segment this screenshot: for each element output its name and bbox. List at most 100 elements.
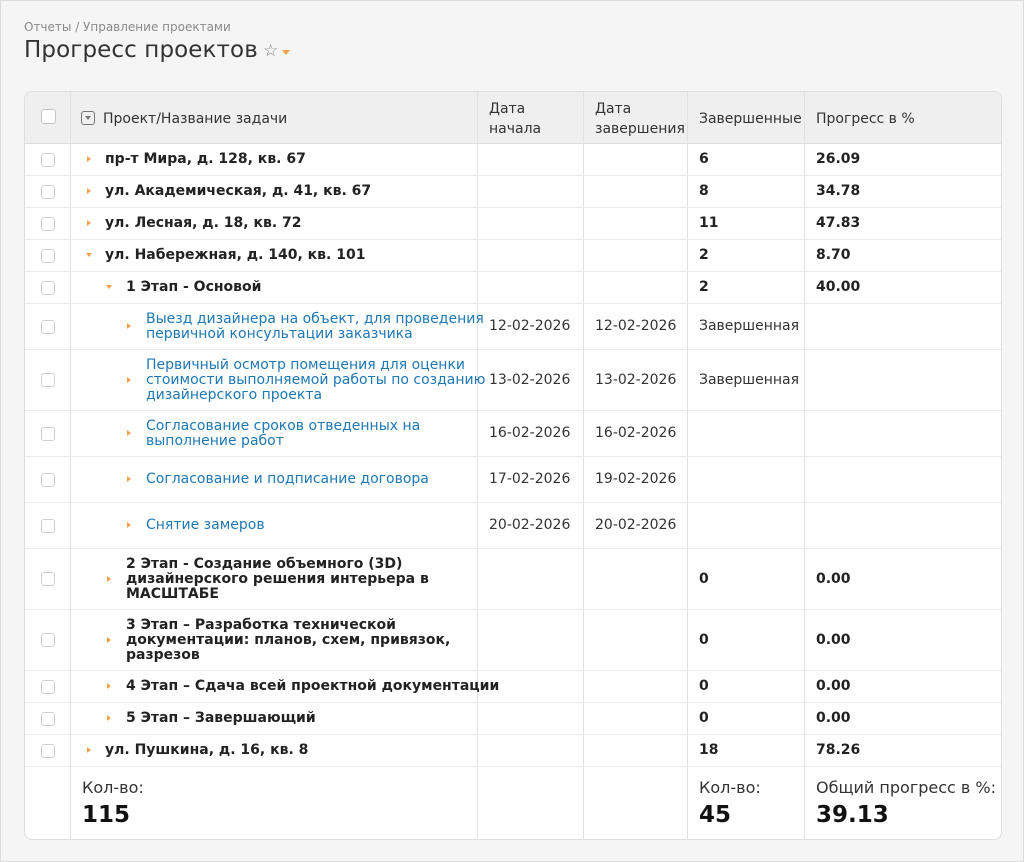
total-count-label: Кол-во:: [82, 778, 144, 797]
task-name-line: стоимости выполняемой работы по созданию: [146, 371, 486, 388]
row-done: 6: [699, 151, 709, 167]
triangle-right-icon[interactable]: [107, 637, 111, 643]
table-row[interactable]: ул. Пушкина, д. 16, кв. 8 18 78.26: [25, 735, 1001, 767]
row-status: Завершенная: [699, 318, 800, 334]
triangle-right-icon[interactable]: [107, 576, 111, 582]
table-row[interactable]: 2 Этап - Создание объемного (3D) дизайне…: [25, 549, 1001, 610]
task-link[interactable]: Согласование и подписание договора: [146, 457, 429, 502]
table-row[interactable]: 5 Этап – Завершающий 0 0.00: [25, 703, 1001, 735]
triangle-down-icon[interactable]: [86, 253, 92, 257]
triangle-right-icon[interactable]: [107, 683, 111, 689]
row-checkbox[interactable]: [41, 185, 55, 199]
header-end-line2[interactable]: завершения: [595, 119, 685, 139]
header-start-line1[interactable]: Дата: [489, 99, 525, 119]
row-status: Завершенная: [699, 371, 800, 388]
header-progress[interactable]: Прогресс в %: [816, 109, 915, 129]
row-end-date: 20-02-2026: [595, 517, 677, 533]
row-name-line: МАСШТАБЕ: [126, 585, 219, 602]
header-end-line1[interactable]: Дата: [595, 99, 631, 119]
row-name: пр-т Мира, д. 128, кв. 67: [105, 151, 306, 167]
triangle-right-icon[interactable]: [127, 323, 131, 329]
triangle-right-icon[interactable]: [87, 156, 91, 162]
table-row[interactable]: 4 Этап – Сдача всей проектной документац…: [25, 671, 1001, 703]
done-count-value: 45: [699, 802, 732, 828]
table-row[interactable]: ул. Академическая, д. 41, кв. 67 8 34.78: [25, 176, 1001, 208]
task-link[interactable]: Согласование сроков отведенных на выполн…: [146, 411, 420, 456]
breadcrumb[interactable]: Отчеты / Управление проектами: [24, 20, 231, 34]
total-count-value: 115: [82, 802, 131, 828]
row-checkbox[interactable]: [41, 320, 55, 334]
row-end-date: 12-02-2026: [595, 318, 677, 334]
row-checkbox[interactable]: [41, 633, 55, 647]
table-row[interactable]: Согласование сроков отведенных на выполн…: [25, 411, 1001, 457]
projects-table: Проект/Название задачи Дата начала Дата …: [24, 91, 1002, 840]
row-start-date: 13-02-2026: [489, 371, 571, 388]
page-title: Прогресс проектов: [24, 37, 258, 63]
select-all-checkbox[interactable]: [41, 109, 56, 124]
row-name: 2 Этап - Создание объемного (3D) дизайне…: [126, 549, 429, 609]
row-checkbox[interactable]: [41, 680, 55, 694]
row-checkbox[interactable]: [41, 427, 55, 441]
triangle-right-icon[interactable]: [127, 377, 131, 383]
row-end-date: 19-02-2026: [595, 471, 677, 487]
triangle-right-icon[interactable]: [87, 188, 91, 194]
triangle-right-icon[interactable]: [87, 220, 91, 226]
task-name-line: Выезд дизайнера на объект, для проведени…: [146, 310, 484, 327]
table-row[interactable]: 3 Этап – Разработка технической документ…: [25, 610, 1001, 671]
header-done[interactable]: Завершенные: [699, 109, 802, 129]
table-row[interactable]: ул. Лесная, д. 18, кв. 72 11 47.83: [25, 208, 1001, 240]
row-done: 0: [699, 678, 709, 694]
table-row[interactable]: пр-т Мира, д. 128, кв. 67 6 26.09: [25, 144, 1001, 176]
table-row[interactable]: ул. Набережная, д. 140, кв. 101 2 8.70: [25, 240, 1001, 272]
row-progress: 0.00: [816, 570, 851, 587]
row-progress: 47.83: [816, 215, 861, 231]
row-checkbox[interactable]: [41, 519, 55, 533]
triangle-right-icon[interactable]: [127, 476, 131, 482]
triangle-right-icon[interactable]: [127, 430, 131, 436]
row-checkbox[interactable]: [41, 373, 55, 387]
row-done: 2: [699, 279, 709, 295]
row-progress: 8.70: [816, 247, 851, 263]
row-name: ул. Пушкина, д. 16, кв. 8: [105, 742, 309, 758]
triangle-right-icon[interactable]: [107, 715, 111, 721]
table-row[interactable]: Согласование и подписание договора 17-02…: [25, 457, 1001, 503]
triangle-right-icon[interactable]: [127, 522, 131, 528]
filter-icon[interactable]: [81, 111, 95, 125]
row-checkbox[interactable]: [41, 744, 55, 758]
caret-down-icon[interactable]: [282, 49, 291, 55]
triangle-right-icon[interactable]: [87, 747, 91, 753]
table-row[interactable]: Выезд дизайнера на объект, для проведени…: [25, 304, 1001, 350]
header-start-line2[interactable]: начала: [489, 119, 541, 139]
row-name: 3 Этап – Разработка технической документ…: [126, 610, 450, 670]
app-frame: Отчеты / Управление проектами Прогресс п…: [0, 0, 1024, 862]
row-name-line: 3 Этап – Разработка технической: [126, 616, 396, 633]
title-actions: ☆: [263, 43, 291, 60]
row-checkbox[interactable]: [41, 473, 55, 487]
triangle-down-icon[interactable]: [106, 285, 112, 289]
task-link[interactable]: Снятие замеров: [146, 503, 265, 548]
row-done: 2: [699, 247, 709, 263]
row-checkbox[interactable]: [41, 217, 55, 231]
task-name-line: Первичный осмотр помещения для оценки: [146, 356, 466, 373]
row-checkbox[interactable]: [41, 572, 55, 586]
row-done: 0: [699, 631, 709, 648]
table-row[interactable]: Снятие замеров 20-02-2026 20-02-2026: [25, 503, 1001, 549]
task-link[interactable]: Выезд дизайнера на объект, для проведени…: [146, 304, 484, 349]
task-name-line: выполнение работ: [146, 432, 284, 449]
table-row[interactable]: Первичный осмотр помещения для оценки ст…: [25, 350, 1001, 411]
total-progress-value: 39.13: [816, 802, 889, 828]
row-name-line: документации: планов, схем, привязок,: [126, 631, 451, 648]
star-outline-icon[interactable]: ☆: [263, 43, 278, 60]
row-checkbox[interactable]: [41, 249, 55, 263]
row-checkbox[interactable]: [41, 281, 55, 295]
table-row[interactable]: 1 Этап - Основой 2 40.00: [25, 272, 1001, 304]
header-name[interactable]: Проект/Название задачи: [103, 109, 287, 129]
row-checkbox[interactable]: [41, 712, 55, 726]
row-start-date: 17-02-2026: [489, 471, 571, 487]
row-checkbox[interactable]: [41, 153, 55, 167]
row-start-date: 16-02-2026: [489, 425, 571, 441]
task-name-line: Согласование сроков отведенных на: [146, 417, 421, 434]
row-name: 1 Этап - Основой: [126, 279, 262, 295]
task-name-line: дизайнерского проекта: [146, 386, 323, 403]
task-link[interactable]: Первичный осмотр помещения для оценки ст…: [146, 350, 485, 410]
